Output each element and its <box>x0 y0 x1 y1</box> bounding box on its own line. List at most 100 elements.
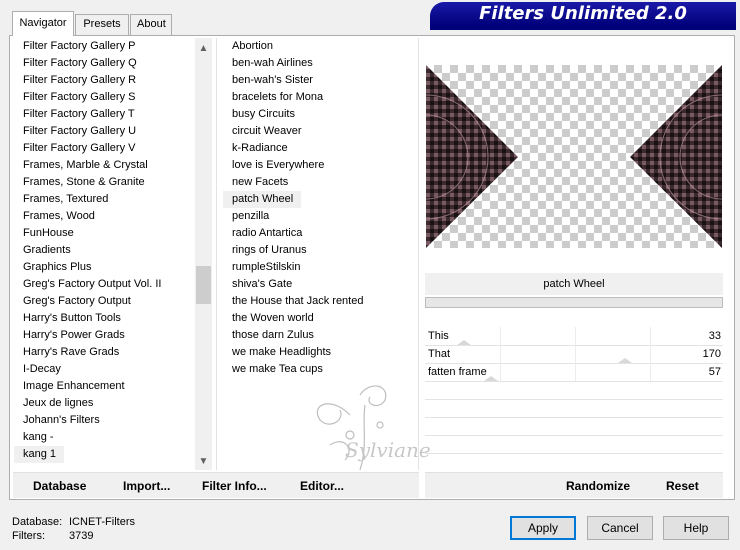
param-value: 33 <box>708 330 721 342</box>
database-status: Database: ICNET-Filters <box>12 516 135 528</box>
param-value: 57 <box>708 366 721 378</box>
tab-navigator[interactable]: Navigator <box>12 11 74 36</box>
tab-about-label: About <box>137 18 166 30</box>
category-item[interactable]: Filter Factory Gallery R <box>14 72 194 89</box>
category-item[interactable]: kang - <box>14 429 194 446</box>
filter-list[interactable]: Abortion ben-wah Airlines ben-wah's Sister… <box>223 38 413 470</box>
filters-status: Filters: 3739 <box>12 530 93 542</box>
editor-button[interactable]: Editor... <box>300 479 344 493</box>
category-list[interactable]: Filter Factory Gallery P Filter Factory G… <box>14 38 194 470</box>
param-separator <box>425 381 723 382</box>
filter-item[interactable]: radio Antartica <box>223 225 413 242</box>
filter-preview <box>426 65 722 248</box>
filter-item[interactable]: new Facets <box>223 174 413 191</box>
param-slider[interactable]: This 33 <box>425 327 723 345</box>
filters-value: 3739 <box>69 530 94 542</box>
filter-item[interactable]: rumpleStilskin <box>223 259 413 276</box>
filter-item-label: patch Wheel <box>223 191 302 208</box>
category-item[interactable]: Image Enhancement <box>14 378 194 395</box>
category-item-label: Filter Factory Gallery Q <box>23 57 137 69</box>
database-button[interactable]: Database <box>33 479 86 493</box>
category-scrollbar[interactable]: ▲ ▼ <box>195 38 212 470</box>
filter-item[interactable]: ben-wah Airlines <box>223 55 413 72</box>
category-item[interactable]: Greg's Factory Output Vol. II <box>14 276 194 293</box>
filters-key: Filters: <box>12 530 45 542</box>
filter-item-label: new Facets <box>232 176 289 188</box>
action-bar-left: Database Import... Filter Info... Editor… <box>13 472 419 498</box>
filter-item[interactable]: the House that Jack rented <box>223 293 413 310</box>
tab-about[interactable]: About <box>130 14 172 35</box>
category-item[interactable]: Johann's Filters <box>14 412 194 429</box>
category-item[interactable]: Filter Factory Gallery S <box>14 89 194 106</box>
category-item[interactable]: Gradients <box>14 242 194 259</box>
slider-tick <box>575 345 576 363</box>
filter-item-label: the House that Jack rented <box>232 295 364 307</box>
category-item[interactable]: Harry's Button Tools <box>14 310 194 327</box>
filter-item[interactable]: love is Everywhere <box>223 157 413 174</box>
category-item[interactable]: Jeux de lignes <box>14 395 194 412</box>
filter-item[interactable]: rings of Uranus <box>223 242 413 259</box>
category-item-label: kang - <box>23 431 54 443</box>
filter-item[interactable]: penzilla <box>223 208 413 225</box>
filter-item[interactable]: k-Radiance <box>223 140 413 157</box>
import-button[interactable]: Import... <box>123 479 170 493</box>
category-item[interactable]: Filter Factory Gallery P <box>14 38 194 55</box>
filter-item[interactable]: Abortion <box>223 38 413 55</box>
category-item[interactable]: Filter Factory Gallery T <box>14 106 194 123</box>
category-item-label: Harry's Power Grads <box>23 329 125 341</box>
category-item[interactable]: Frames, Marble & Crystal <box>14 157 194 174</box>
apply-button[interactable]: Apply <box>510 516 576 540</box>
preview-image <box>426 65 722 248</box>
tab-presets[interactable]: Presets <box>75 14 129 35</box>
param-separator <box>425 453 723 454</box>
filter-item[interactable]: ben-wah's Sister <box>223 72 413 89</box>
filter-item[interactable]: those darn Zulus <box>223 327 413 344</box>
scroll-up-icon[interactable]: ▲ <box>195 40 212 57</box>
category-item[interactable]: Harry's Rave Grads <box>14 344 194 361</box>
reset-button[interactable]: Reset <box>666 479 699 493</box>
param-slider[interactable]: fatten frame 57 <box>425 363 723 381</box>
filter-item[interactable]: patch Wheel <box>223 191 413 208</box>
category-item-label: FunHouse <box>23 227 74 239</box>
filter-item-label: circuit Weaver <box>232 125 302 137</box>
category-item-label: Frames, Stone & Granite <box>23 176 145 188</box>
category-item[interactable]: Harry's Power Grads <box>14 327 194 344</box>
category-item[interactable]: kang 1 <box>14 446 194 463</box>
category-item[interactable]: Frames, Wood <box>14 208 194 225</box>
filter-item[interactable]: we make Headlights <box>223 344 413 361</box>
scroll-down-icon[interactable]: ▼ <box>195 453 212 470</box>
category-item[interactable]: Filter Factory Gallery V <box>14 140 194 157</box>
category-item[interactable]: I-Decay <box>14 361 194 378</box>
banner-underline <box>430 26 736 30</box>
filter-item[interactable]: circuit Weaver <box>223 123 413 140</box>
help-button[interactable]: Help <box>663 516 729 540</box>
category-item-label: Greg's Factory Output Vol. II <box>23 278 162 290</box>
category-item-label: Johann's Filters <box>23 414 100 426</box>
preview-left-shape <box>426 65 518 248</box>
preview-right-shape <box>630 65 722 248</box>
param-slider[interactable]: That 170 <box>425 345 723 363</box>
category-item-label: Harry's Button Tools <box>23 312 121 324</box>
category-item[interactable]: Greg's Factory Output <box>14 293 194 310</box>
scroll-thumb[interactable] <box>196 266 211 304</box>
category-item[interactable]: FunHouse <box>14 225 194 242</box>
filter-info-button[interactable]: Filter Info... <box>202 479 267 493</box>
cancel-button[interactable]: Cancel <box>587 516 653 540</box>
category-item[interactable]: Frames, Textured <box>14 191 194 208</box>
app-banner: Filters Unlimited 2.0 <box>430 2 736 26</box>
category-item[interactable]: Frames, Stone & Granite <box>14 174 194 191</box>
category-item-label: kang 1 <box>14 446 65 463</box>
filter-item[interactable]: bracelets for Mona <box>223 89 413 106</box>
filter-item[interactable]: shiva's Gate <box>223 276 413 293</box>
randomize-button[interactable]: Randomize <box>566 479 630 493</box>
category-item[interactable]: Filter Factory Gallery U <box>14 123 194 140</box>
filter-item-label: the Woven world <box>232 312 314 324</box>
filter-item[interactable]: the Woven world <box>223 310 413 327</box>
filter-item-label: ben-wah's Sister <box>232 74 313 86</box>
filter-item[interactable]: busy Circuits <box>223 106 413 123</box>
category-item[interactable]: Filter Factory Gallery Q <box>14 55 194 72</box>
category-item[interactable]: Graphics Plus <box>14 259 194 276</box>
slider-tick <box>500 363 501 381</box>
filter-item[interactable]: we make Tea cups <box>223 361 413 378</box>
category-item-label: Frames, Textured <box>23 193 109 205</box>
